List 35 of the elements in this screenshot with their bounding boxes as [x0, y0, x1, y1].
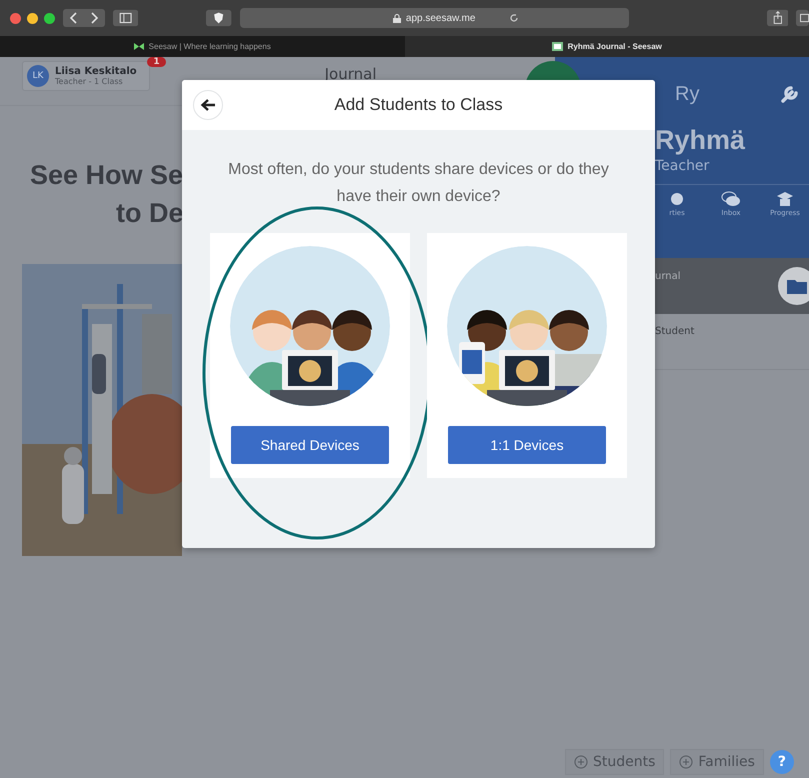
student-row[interactable]: Student — [655, 326, 694, 337]
add-button[interactable]: Families — [670, 749, 764, 775]
reload-icon[interactable] — [508, 13, 519, 23]
back-arrow-icon — [200, 98, 216, 112]
journal-favicon-icon — [552, 42, 563, 51]
add-button[interactable]: Students — [565, 749, 664, 775]
chat-bubbles-icon — [721, 191, 741, 207]
plus-icon — [679, 755, 694, 769]
dialog-title: Add Students to Class — [334, 95, 503, 115]
question-text: Most often, do your students share devices or do they have their own device? — [227, 160, 610, 207]
class-role: Teacher — [655, 158, 710, 174]
back-button[interactable] — [193, 90, 223, 120]
seesaw-logo-icon — [134, 43, 144, 50]
page-title: Journal — [324, 65, 377, 83]
lock-icon — [392, 14, 401, 22]
browser-tab[interactable]: Ryhmä Journal - Seesaw — [404, 36, 809, 57]
promo-heading: See How Se — [30, 159, 184, 192]
choice-button[interactable]: 1:1 Devices — [448, 426, 606, 464]
graduation-cap-icon — [776, 191, 794, 207]
choice-button[interactable]: Shared Devices — [231, 426, 389, 464]
folder-icon[interactable] — [777, 266, 809, 306]
help-button[interactable]: ? — [770, 750, 794, 774]
notification-badge: 1 — [147, 57, 166, 67]
share-icon[interactable] — [766, 9, 788, 27]
class-avatar: Ry — [675, 82, 700, 106]
window-controls-icon[interactable] — [10, 12, 55, 24]
tabs-icon[interactable] — [796, 9, 809, 27]
shield-icon[interactable] — [206, 9, 232, 27]
promo-heading: to De — [115, 197, 184, 230]
plus-icon — [574, 755, 588, 769]
sidebar-icon[interactable] — [113, 9, 138, 27]
section-title: urnal — [655, 270, 681, 282]
address-bar[interactable]: app.seesaw.me — [240, 8, 629, 28]
account-switcher[interactable]: LK Liisa Keskitalo Teacher - 1 Class — [22, 61, 150, 91]
class-name: Ryhmä — [655, 125, 746, 156]
